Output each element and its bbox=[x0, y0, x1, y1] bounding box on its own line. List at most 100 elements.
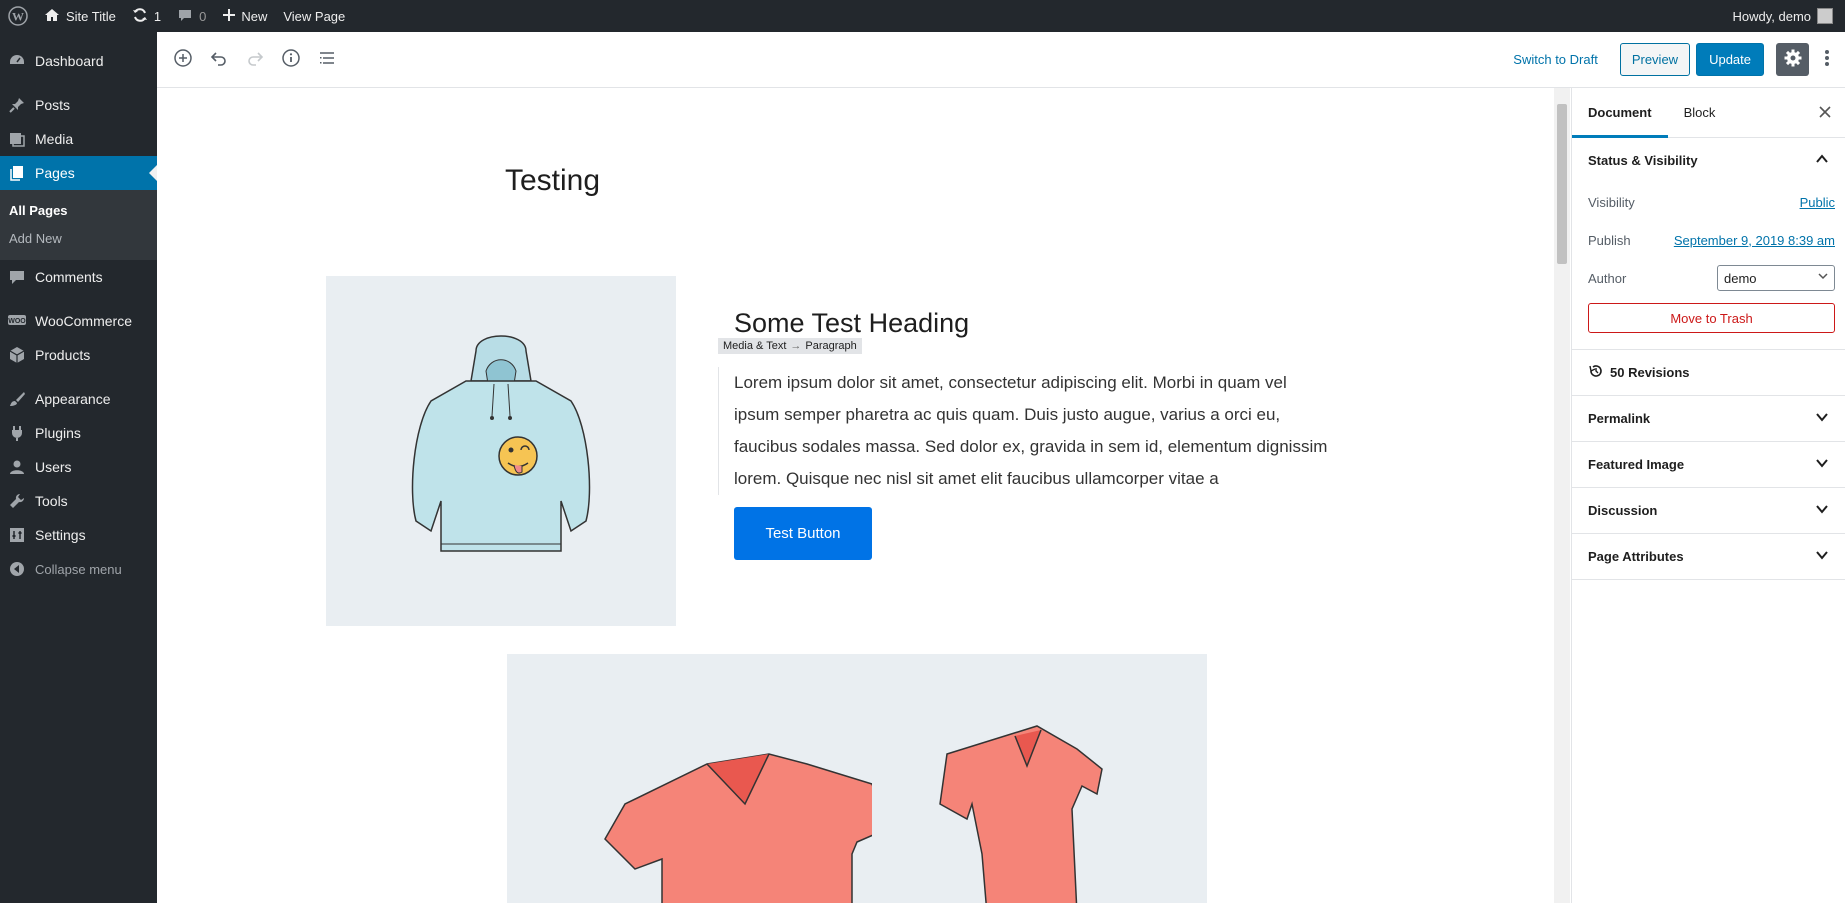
chevron-down-icon bbox=[1815, 456, 1829, 473]
page-attributes-toggle[interactable]: Page Attributes bbox=[1572, 534, 1845, 579]
move-to-trash-button[interactable]: Move to Trash bbox=[1588, 303, 1835, 333]
editor-toolbar: Switch to Draft Preview Update bbox=[157, 32, 1845, 88]
sidebar-item-products[interactable]: Products bbox=[0, 338, 157, 372]
sidebar-item-comments[interactable]: Comments bbox=[0, 260, 157, 294]
tab-document[interactable]: Document bbox=[1572, 88, 1668, 138]
brush-icon bbox=[4, 389, 30, 409]
woocommerce-icon: WOO bbox=[4, 311, 30, 331]
add-block-button[interactable] bbox=[165, 42, 201, 78]
settings-toggle-button[interactable] bbox=[1776, 43, 1809, 76]
wrench-icon bbox=[4, 491, 30, 511]
sidebar-item-dashboard[interactable]: Dashboard bbox=[0, 44, 157, 78]
sidebar-item-label: Settings bbox=[35, 527, 86, 543]
sidebar-item-plugins[interactable]: Plugins bbox=[0, 416, 157, 450]
status-visibility-section: Status & Visibility Visibility Public Pu… bbox=[1572, 138, 1845, 350]
content-info-button[interactable] bbox=[273, 42, 309, 78]
pages-submenu: All Pages Add New bbox=[0, 190, 157, 260]
author-select[interactable]: demo bbox=[1717, 265, 1835, 291]
paragraph-text[interactable]: Lorem ipsum dolor sit amet, consectetur … bbox=[734, 367, 1334, 495]
avatar bbox=[1817, 8, 1833, 24]
permalink-title: Permalink bbox=[1588, 411, 1651, 426]
author-row: Author demo bbox=[1572, 259, 1845, 297]
gear-icon bbox=[1783, 48, 1803, 71]
plug-icon bbox=[4, 423, 30, 443]
switch-to-draft-button[interactable]: Switch to Draft bbox=[1501, 43, 1610, 76]
paragraph-block[interactable]: Lorem ipsum dolor sit amet, consectetur … bbox=[718, 367, 1334, 495]
submenu-add-new[interactable]: Add New bbox=[0, 224, 157, 252]
breadcrumb-media-text[interactable]: Media & Text bbox=[723, 340, 786, 352]
sidebar-item-media[interactable]: Media bbox=[0, 122, 157, 156]
panel-tabs: Document Block bbox=[1572, 88, 1845, 138]
publish-date-link[interactable]: September 9, 2019 8:39 am bbox=[1674, 233, 1835, 248]
close-panel-button[interactable] bbox=[1813, 101, 1837, 125]
discussion-title: Discussion bbox=[1588, 503, 1658, 518]
close-icon bbox=[1819, 105, 1831, 121]
admin-sidebar: Dashboard Posts Media Pages All Pages Ad… bbox=[0, 32, 157, 903]
plus-circle-icon bbox=[173, 48, 193, 71]
page-attributes-title: Page Attributes bbox=[1588, 549, 1684, 564]
undo-icon bbox=[209, 48, 229, 71]
sidebar-item-appearance[interactable]: Appearance bbox=[0, 382, 157, 416]
visibility-link[interactable]: Public bbox=[1800, 195, 1835, 210]
more-tools-button[interactable] bbox=[1815, 43, 1839, 76]
status-visibility-toggle[interactable]: Status & Visibility bbox=[1572, 138, 1845, 183]
tab-block[interactable]: Block bbox=[1668, 88, 1732, 138]
sidebar-item-pages[interactable]: Pages bbox=[0, 156, 157, 190]
sidebar-item-label: Tools bbox=[35, 493, 68, 509]
sidebar-item-tools[interactable]: Tools bbox=[0, 484, 157, 518]
undo-button[interactable] bbox=[201, 42, 237, 78]
site-title-link[interactable]: Site Title bbox=[36, 0, 124, 32]
tshirts-illustration bbox=[604, 725, 1103, 903]
collapse-arrow-icon bbox=[4, 561, 30, 577]
sidebar-item-label: Appearance bbox=[35, 391, 111, 407]
submenu-all-pages[interactable]: All Pages bbox=[0, 196, 157, 224]
media-text-content: Some Test Heading Media & Text → Paragraph… bbox=[718, 308, 1334, 560]
sidebar-item-settings[interactable]: Settings bbox=[0, 518, 157, 552]
block-navigation-button[interactable] bbox=[309, 42, 345, 78]
revisions-label: 50 Revisions bbox=[1610, 365, 1690, 380]
preview-button[interactable]: Preview bbox=[1619, 43, 1691, 76]
redo-button[interactable] bbox=[237, 42, 273, 78]
sidebar-item-label: Dashboard bbox=[35, 53, 104, 69]
collapse-menu-button[interactable]: Collapse menu bbox=[0, 552, 157, 586]
permalink-toggle[interactable]: Permalink bbox=[1572, 396, 1845, 441]
publish-label: Publish bbox=[1588, 232, 1631, 248]
sidebar-item-users[interactable]: Users bbox=[0, 450, 157, 484]
sidebar-item-label: Comments bbox=[35, 269, 103, 285]
box-icon bbox=[4, 345, 30, 365]
media-image-tshirts[interactable] bbox=[507, 654, 1207, 903]
updates-link[interactable]: 1 bbox=[124, 0, 169, 32]
breadcrumb-paragraph[interactable]: Paragraph bbox=[805, 340, 856, 352]
plus-icon bbox=[222, 8, 236, 25]
update-button[interactable]: Update bbox=[1696, 43, 1764, 76]
sidebar-item-woocommerce[interactable]: WOO WooCommerce bbox=[0, 304, 157, 338]
chevron-down-icon bbox=[1815, 548, 1829, 565]
revisions-section: 50 Revisions bbox=[1572, 350, 1845, 396]
media-icon bbox=[4, 129, 30, 149]
author-label: Author bbox=[1588, 270, 1627, 286]
my-account-link[interactable]: Howdy, demo bbox=[1724, 0, 1841, 32]
sidebar-item-label: Users bbox=[35, 459, 72, 475]
sidebar-item-posts[interactable]: Posts bbox=[0, 88, 157, 122]
featured-image-toggle[interactable]: Featured Image bbox=[1572, 442, 1845, 487]
dashboard-icon bbox=[4, 51, 30, 71]
view-page-link[interactable]: View Page bbox=[275, 0, 353, 32]
visibility-label: Visibility bbox=[1588, 194, 1635, 210]
featured-image-section: Featured Image bbox=[1572, 442, 1845, 488]
post-title[interactable]: Testing bbox=[505, 164, 600, 198]
sidebar-item-label: Pages bbox=[35, 165, 75, 181]
wordpress-logo-icon[interactable]: W bbox=[0, 0, 36, 32]
media-image-hoodie[interactable] bbox=[326, 276, 676, 626]
featured-image-title: Featured Image bbox=[1588, 457, 1685, 472]
revisions-link[interactable]: 50 Revisions bbox=[1572, 350, 1845, 395]
editor-scrollbar[interactable] bbox=[1554, 88, 1570, 903]
pin-icon bbox=[4, 95, 30, 115]
test-button[interactable]: Test Button bbox=[734, 507, 872, 560]
new-content-link[interactable]: New bbox=[214, 0, 275, 32]
discussion-toggle[interactable]: Discussion bbox=[1572, 488, 1845, 533]
comments-count: 0 bbox=[199, 8, 207, 24]
comments-link[interactable]: 0 bbox=[169, 0, 214, 32]
scrollbar-thumb[interactable] bbox=[1557, 104, 1567, 264]
settings-panel: Document Block Status & Visibility Visib… bbox=[1571, 88, 1845, 903]
test-heading[interactable]: Some Test Heading bbox=[734, 308, 1334, 339]
